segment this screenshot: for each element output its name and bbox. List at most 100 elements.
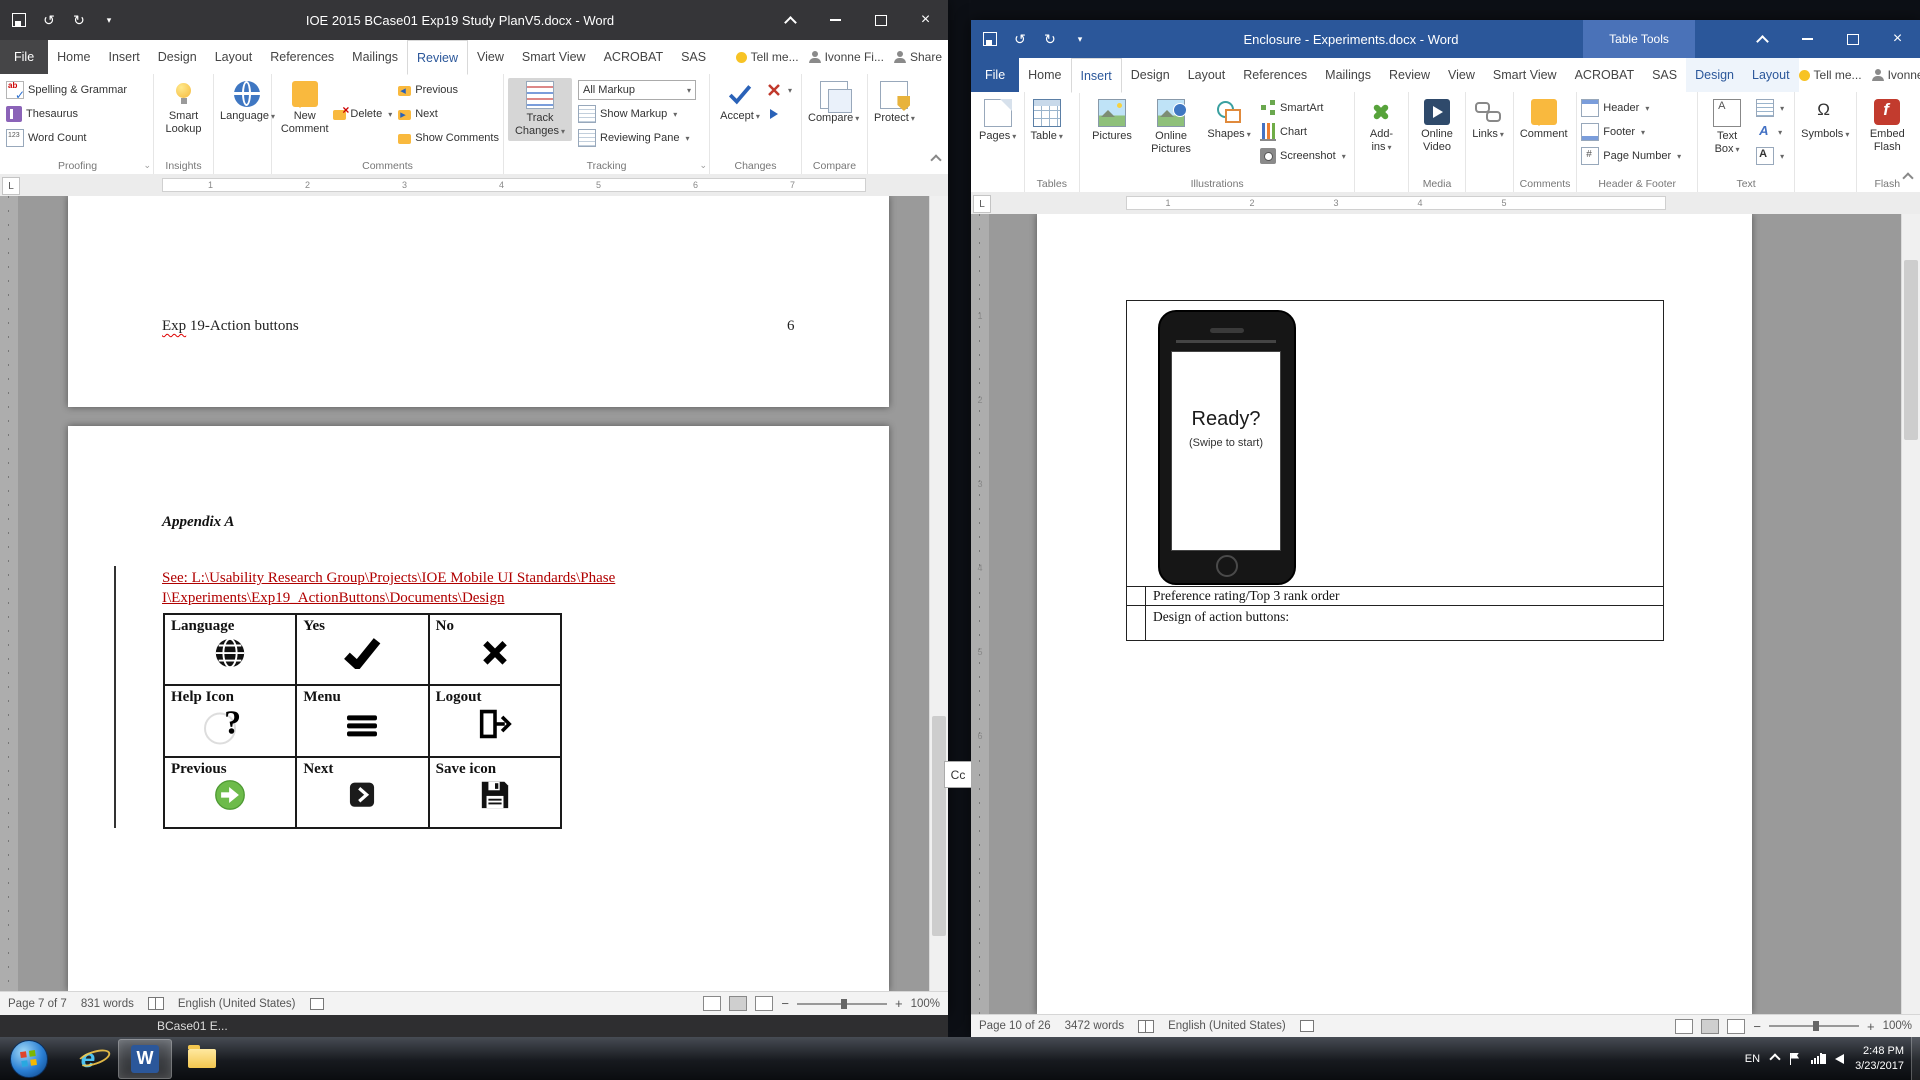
tab-design[interactable]: Design: [149, 40, 206, 74]
reviewing-pane-button[interactable]: Reviewing Pane▾: [578, 128, 696, 148]
tab-acrobat[interactable]: ACROBAT: [1566, 58, 1644, 92]
document-page-7[interactable]: Appendix A See: L:\Usability Research Gr…: [68, 426, 889, 991]
vertical-scrollbar[interactable]: [1901, 214, 1920, 1014]
footer-button[interactable]: Footer▾: [1581, 122, 1681, 142]
addins-button[interactable]: Add-ins▾: [1359, 96, 1404, 157]
word-count-indicator[interactable]: 831 words: [81, 998, 134, 1010]
zoom-out-button[interactable]: −: [781, 996, 789, 1011]
tab-mailings[interactable]: Mailings: [343, 40, 407, 74]
tell-me-box[interactable]: Tell me...: [736, 50, 799, 64]
protect-button[interactable]: Protect▾: [872, 78, 917, 128]
table-row-preference[interactable]: Preference rating/Top 3 rank order: [1127, 586, 1663, 606]
customize-qat-button[interactable]: ▾: [96, 7, 122, 33]
taskbar-internet-explorer[interactable]: e: [62, 1040, 114, 1078]
table-button[interactable]: Table▾: [1029, 96, 1065, 146]
quick-parts-button[interactable]: ▾: [1756, 98, 1784, 118]
delete-comment-button[interactable]: Delete▾: [333, 104, 392, 124]
taskbar-word[interactable]: W: [118, 1039, 172, 1079]
experiment-table[interactable]: Ready? (Swipe to start) Preference ratin…: [1126, 300, 1664, 641]
word-count-indicator[interactable]: 3472 words: [1065, 1020, 1124, 1032]
tab-acrobat[interactable]: ACROBAT: [595, 40, 673, 74]
smart-lookup-button[interactable]: Smart Lookup: [158, 78, 209, 139]
tab-sas[interactable]: SAS: [672, 40, 715, 74]
tab-review[interactable]: Review: [1380, 58, 1439, 92]
scrollbar-thumb[interactable]: [932, 716, 946, 936]
tab-table-design[interactable]: Design: [1686, 58, 1743, 92]
zoom-slider-thumb[interactable]: [1813, 1021, 1819, 1031]
macro-record-icon[interactable]: [1300, 1020, 1314, 1032]
phone-mockup-image[interactable]: Ready? (Swipe to start): [1158, 310, 1296, 585]
input-language-indicator[interactable]: EN: [1745, 1053, 1760, 1065]
thesaurus-button[interactable]: Thesaurus: [6, 104, 127, 124]
scrollbar-thumb[interactable]: [1904, 260, 1918, 440]
document-area[interactable]: 123456 Ready? (Swipe to start) Preferenc…: [971, 214, 1920, 1014]
redo-button[interactable]: ↻: [1037, 26, 1063, 52]
web-layout-button[interactable]: [1727, 1019, 1745, 1034]
print-layout-button[interactable]: [1701, 1019, 1719, 1034]
display-for-review-combo[interactable]: All Markup▾: [578, 80, 696, 100]
tell-me-box[interactable]: Tell me...: [1799, 68, 1862, 82]
zoom-in-button[interactable]: +: [895, 996, 903, 1011]
horizontal-ruler[interactable]: L 1234567: [0, 174, 948, 197]
accept-button[interactable]: Accept▾: [714, 78, 766, 126]
comment-button[interactable]: Comment: [1518, 96, 1570, 144]
clock[interactable]: 2:48 PM 3/23/2017: [1855, 1044, 1904, 1074]
web-layout-button[interactable]: [755, 996, 773, 1011]
document-page-6[interactable]: Exp 19-Action buttons 6: [68, 196, 889, 407]
text-box-button[interactable]: Text Box▾: [1702, 96, 1752, 159]
print-layout-button[interactable]: [729, 996, 747, 1011]
zoom-level[interactable]: 100%: [911, 998, 940, 1010]
screenshot-button[interactable]: Screenshot▾: [1260, 146, 1346, 166]
proofing-status-icon[interactable]: [1138, 1020, 1154, 1033]
tab-insert[interactable]: Insert: [100, 40, 149, 74]
tab-home[interactable]: Home: [1019, 58, 1070, 92]
compare-button[interactable]: Compare▾: [806, 78, 861, 128]
embed-flash-button[interactable]: Embed Flash: [1861, 96, 1914, 157]
smartart-button[interactable]: SmartArt: [1260, 98, 1346, 118]
previous-comment-button[interactable]: Previous: [398, 80, 499, 100]
tab-selector[interactable]: L: [2, 177, 20, 195]
start-button[interactable]: [10, 1040, 48, 1078]
show-hidden-icons-button[interactable]: [1769, 1053, 1780, 1064]
minimize-button[interactable]: [813, 0, 858, 40]
minimize-button[interactable]: [1785, 20, 1830, 58]
ribbon-display-options-button[interactable]: [768, 0, 813, 40]
tab-layout[interactable]: Layout: [1179, 58, 1235, 92]
action-center-icon[interactable]: [1790, 1053, 1800, 1065]
header-button[interactable]: Header▾: [1581, 98, 1681, 118]
zoom-slider[interactable]: [797, 1003, 887, 1005]
account-user[interactable]: Ivonne Fi...: [1872, 68, 1920, 82]
horizontal-ruler[interactable]: L 12345: [971, 192, 1920, 215]
action-buttons-table[interactable]: Language Yes No Help Icon ?: [163, 613, 562, 829]
macro-record-icon[interactable]: [310, 998, 324, 1010]
vertical-ruler[interactable]: [0, 196, 18, 991]
maximize-button[interactable]: [1830, 20, 1875, 58]
tab-home[interactable]: Home: [48, 40, 99, 74]
read-mode-button[interactable]: [703, 996, 721, 1011]
share-button[interactable]: Share: [894, 50, 942, 64]
pages-button[interactable]: Pages▾: [977, 96, 1018, 146]
close-button[interactable]: ×: [903, 0, 948, 40]
collapse-ribbon-button[interactable]: [932, 151, 940, 169]
customize-qat-button[interactable]: ▾: [1067, 26, 1093, 52]
tab-review[interactable]: Review: [407, 40, 468, 75]
read-mode-button[interactable]: [1675, 1019, 1693, 1034]
comment-tag[interactable]: Cc: [944, 761, 972, 788]
table-row-design[interactable]: Design of action buttons:: [1127, 607, 1663, 640]
collapse-ribbon-button[interactable]: [1904, 169, 1912, 187]
volume-icon[interactable]: [1835, 1054, 1844, 1064]
online-pictures-button[interactable]: Online Pictures: [1140, 96, 1202, 159]
page-number-button[interactable]: Page Number▾: [1581, 146, 1681, 166]
tab-layout[interactable]: Layout: [206, 40, 262, 74]
tab-insert[interactable]: Insert: [1071, 58, 1122, 93]
tab-table-layout[interactable]: Layout: [1743, 58, 1799, 92]
zoom-in-button[interactable]: +: [1867, 1019, 1875, 1034]
links-button[interactable]: Links▾: [1470, 96, 1506, 144]
tracking-dialog-launcher[interactable]: ⌄: [699, 160, 707, 171]
maximize-button[interactable]: [858, 0, 903, 40]
background-window-titlebar[interactable]: BCase01 E...: [0, 1015, 948, 1037]
shapes-button[interactable]: Shapes▾: [1202, 96, 1256, 144]
language-indicator[interactable]: English (United States): [1168, 1020, 1286, 1032]
language-indicator[interactable]: English (United States): [178, 998, 296, 1010]
tab-selector[interactable]: L: [973, 195, 991, 213]
